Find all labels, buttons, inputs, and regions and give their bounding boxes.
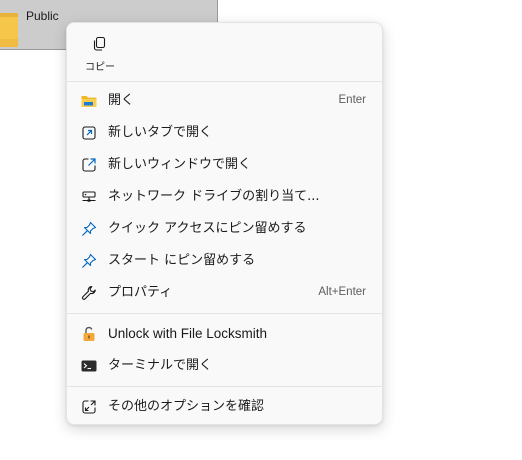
menu-item-unlock-file-locksmith[interactable]: Unlock with File Locksmith bbox=[71, 319, 378, 349]
copy-label: コピー bbox=[85, 62, 115, 73]
separator bbox=[67, 81, 382, 82]
folder-open-icon bbox=[80, 92, 98, 110]
menu-item-open-new-tab[interactable]: 新しいタブで開く bbox=[71, 118, 378, 148]
pin-icon bbox=[80, 252, 98, 270]
desktop-surface: Public コピー 開く Enter 新しいタブで開く 新しいウィンドウで開く… bbox=[0, 0, 522, 460]
copy-button[interactable]: コピー bbox=[79, 29, 121, 75]
menu-item-label: その他のオプションを確認 bbox=[108, 399, 265, 414]
menu-item-show-more-options[interactable]: その他のオプションを確認 bbox=[71, 392, 378, 422]
terminal-icon bbox=[80, 357, 98, 375]
open-new-window-icon bbox=[80, 156, 98, 174]
menu-item-map-network-drive[interactable]: ネットワーク ドライブの割り当て... bbox=[71, 182, 378, 212]
menu-item-open-terminal[interactable]: ターミナルで開く bbox=[71, 351, 378, 381]
wrench-icon bbox=[80, 284, 98, 302]
menu-item-label: ネットワーク ドライブの割り当て... bbox=[108, 189, 320, 204]
menu-item-label: スタート にピン留めする bbox=[108, 253, 256, 268]
more-options-icon bbox=[80, 398, 98, 416]
separator bbox=[67, 386, 382, 387]
separator bbox=[67, 313, 382, 314]
network-drive-icon bbox=[80, 188, 98, 206]
menu-item-label: プロパティ bbox=[108, 285, 173, 300]
pin-icon bbox=[80, 220, 98, 238]
menu-item-pin-start[interactable]: スタート にピン留めする bbox=[71, 246, 378, 276]
menu-item-label: ターミナルで開く bbox=[108, 358, 213, 373]
menu-item-open-new-window[interactable]: 新しいウィンドウで開く bbox=[71, 150, 378, 180]
menu-item-open[interactable]: 開く Enter bbox=[71, 86, 378, 116]
folder-label: Public bbox=[26, 9, 59, 23]
menu-item-label: 新しいウィンドウで開く bbox=[108, 157, 252, 172]
menu-item-label: クイック アクセスにピン留めする bbox=[108, 221, 307, 236]
menu-item-label: 新しいタブで開く bbox=[108, 125, 213, 140]
menu-item-properties[interactable]: プロパティ Alt+Enter bbox=[71, 278, 378, 308]
menu-item-pin-quick-access[interactable]: クイック アクセスにピン留めする bbox=[71, 214, 378, 244]
shortcut-text: Enter bbox=[338, 94, 367, 106]
folder-icon bbox=[0, 13, 18, 47]
copy-icon bbox=[91, 35, 109, 53]
shortcut-text: Alt+Enter bbox=[318, 286, 366, 298]
unlock-icon bbox=[80, 325, 98, 343]
menu-item-label: 開く bbox=[108, 93, 135, 108]
quick-actions-bar: コピー bbox=[67, 23, 382, 81]
open-new-tab-icon bbox=[80, 124, 98, 142]
menu-item-label: Unlock with File Locksmith bbox=[108, 326, 268, 341]
context-menu: コピー 開く Enter 新しいタブで開く 新しいウィンドウで開く ネットワーク… bbox=[66, 22, 383, 425]
